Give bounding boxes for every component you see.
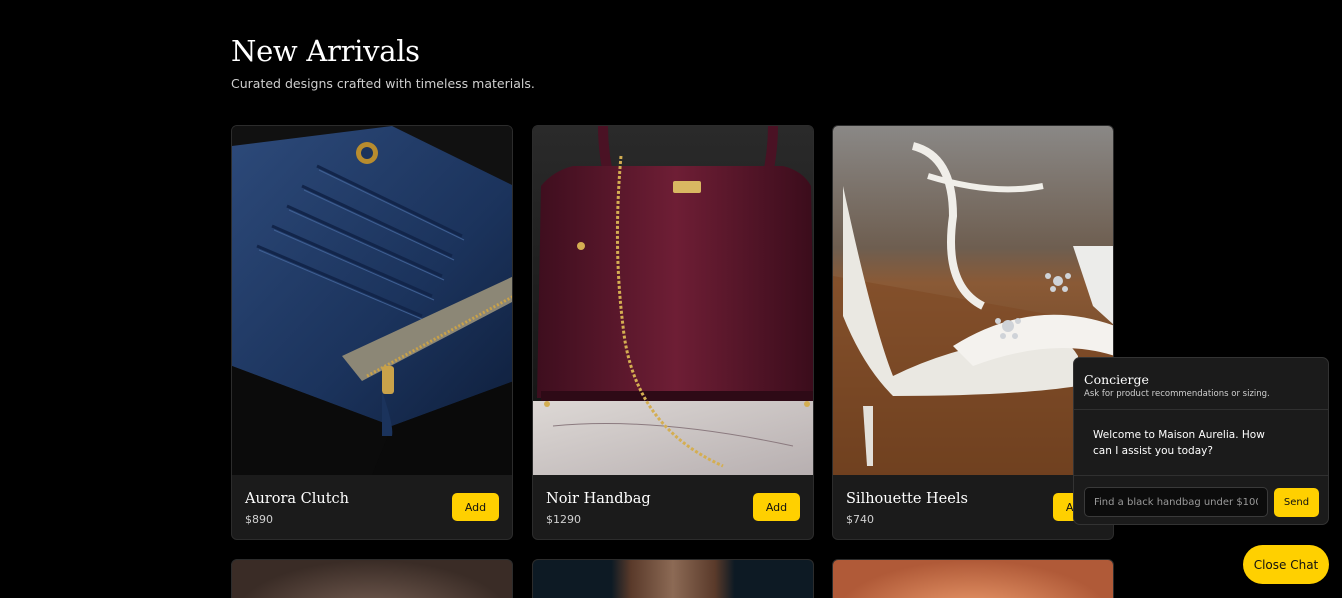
chat-subtitle: Ask for product recommendations or sizin…: [1084, 389, 1270, 399]
product-card-partial[interactable]: [231, 559, 513, 598]
page-subtitle: Curated designs crafted with timeless ma…: [231, 76, 535, 91]
product-image-clutch[interactable]: [232, 126, 512, 475]
product-price: $890: [245, 513, 273, 526]
product-card[interactable]: Silhouette Heels $740 Add: [832, 125, 1114, 540]
chat-welcome-message: Welcome to Maison Aurelia. How can I ass…: [1093, 429, 1265, 457]
product-name: Silhouette Heels: [846, 491, 968, 507]
product-card[interactable]: Aurora Clutch $890 Add: [231, 125, 513, 540]
product-image-heels[interactable]: [833, 126, 1113, 475]
product-name: Noir Handbag: [546, 491, 651, 507]
product-name: Aurora Clutch: [245, 491, 350, 507]
product-image-handbag[interactable]: [533, 126, 813, 475]
concierge-chat-panel: Concierge Ask for product recommendation…: [1073, 357, 1329, 525]
product-price: $1290: [546, 513, 581, 526]
close-chat-button[interactable]: Close Chat: [1243, 545, 1329, 584]
chat-input[interactable]: [1084, 487, 1268, 517]
chat-title: Concierge: [1084, 372, 1149, 387]
product-price: $740: [846, 513, 874, 526]
product-card-partial[interactable]: [532, 559, 814, 598]
add-to-cart-button[interactable]: Add: [452, 493, 499, 521]
send-button[interactable]: Send: [1274, 488, 1319, 517]
chat-header: Concierge Ask for product recommendation…: [1074, 358, 1328, 410]
page-title: New Arrivals: [231, 34, 420, 68]
product-card[interactable]: Noir Handbag $1290 Add: [532, 125, 814, 540]
add-to-cart-button[interactable]: Add: [753, 493, 800, 521]
chat-input-bar: Send: [1074, 475, 1328, 524]
product-card-partial[interactable]: [832, 559, 1114, 598]
